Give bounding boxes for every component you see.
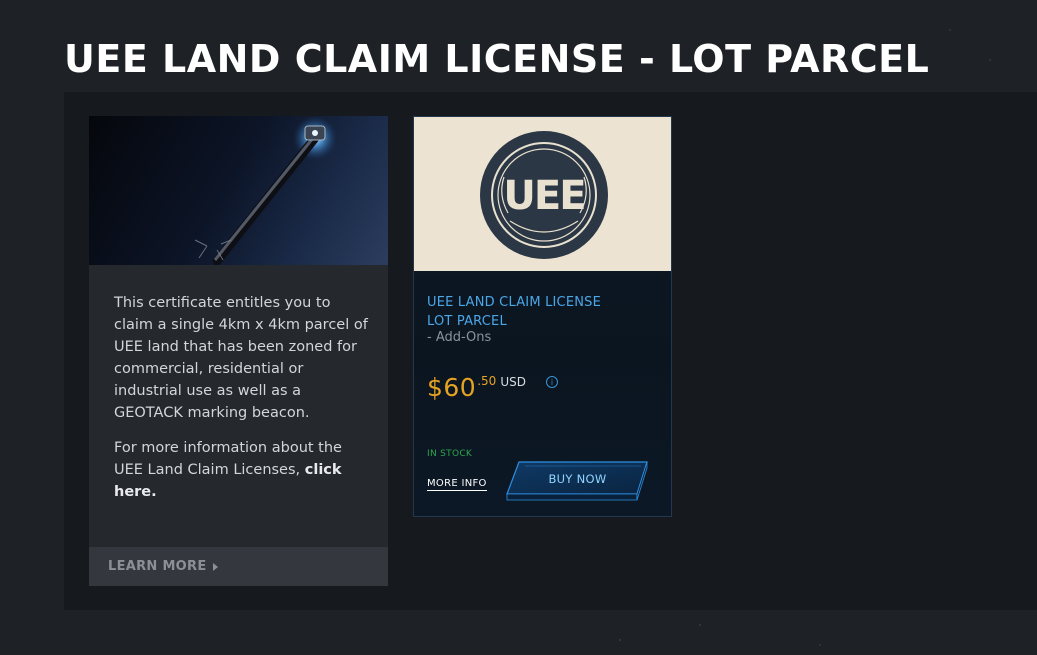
learn-more-button[interactable]: LEARN MORE [89, 547, 388, 586]
buy-now-button[interactable]: BUY NOW [505, 460, 650, 504]
price-cents: .50 [477, 374, 497, 388]
info-paragraph: This certificate entitles you to claim a… [114, 295, 368, 421]
info-card: This certificate entitles you to claim a… [89, 116, 388, 586]
product-category: - Add-Ons [427, 330, 492, 345]
info-description: This certificate entitles you to claim a… [114, 292, 374, 516]
page-title: UEE LAND CLAIM LICENSE - LOT PARCEL [64, 37, 930, 81]
info-more-paragraph: For more information about the UEE Land … [114, 437, 374, 503]
product-name-line1: UEE LAND CLAIM LICENSE [427, 295, 602, 310]
uee-logo-text: UEE [503, 173, 584, 219]
info-icon[interactable]: i [546, 376, 558, 388]
chevron-right-icon [212, 562, 218, 571]
content-panel: This certificate entitles you to claim a… [64, 92, 1037, 610]
product-card: UEE UEE LAND CLAIM LICENSE LOT PARCEL - … [413, 116, 672, 517]
buy-now-label: BUY NOW [548, 472, 607, 486]
stock-status: IN STOCK [427, 449, 473, 459]
price-dollars: $60 [427, 373, 477, 402]
geotack-beacon-image [89, 116, 388, 265]
product-name-line2: LOT PARCEL [427, 314, 507, 329]
price-currency: USD [500, 375, 526, 389]
learn-more-label: LEARN MORE [108, 559, 207, 574]
more-info-link[interactable]: MORE INFO [427, 478, 487, 491]
product-name[interactable]: UEE LAND CLAIM LICENSE LOT PARCEL [427, 293, 657, 331]
product-price: $60 .50 USD [427, 373, 526, 403]
uee-logo-image[interactable]: UEE [414, 117, 671, 271]
